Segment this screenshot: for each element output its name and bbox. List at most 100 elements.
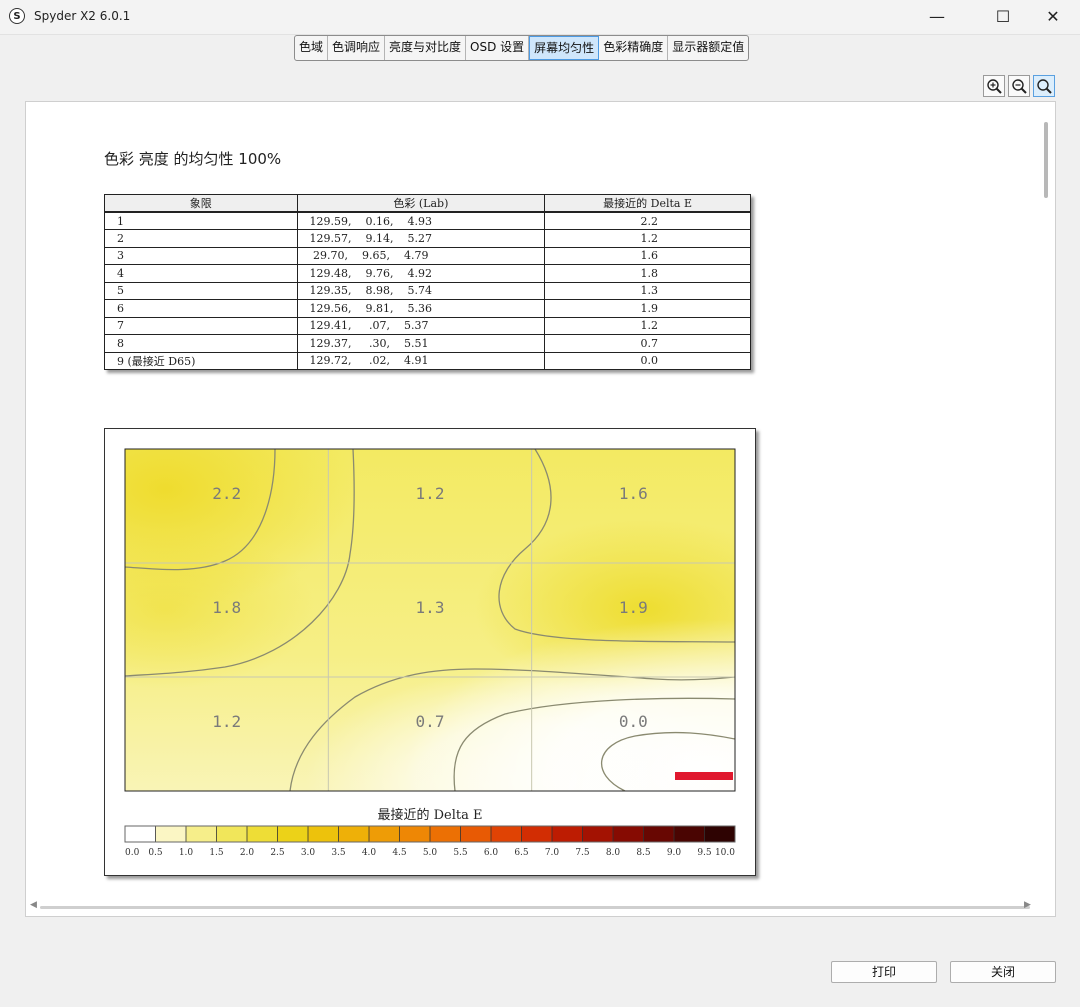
cell-lab: 129.35, 8.98, 5.74 xyxy=(296,281,546,300)
colorbar-tick-label: 3.0 xyxy=(301,848,316,858)
colorbar-tick-label: 7.5 xyxy=(575,848,590,858)
zoom-in-icon[interactable] xyxy=(983,75,1005,97)
close-button[interactable]: 关闭 xyxy=(950,961,1056,983)
colorbar-tick-label: 2.5 xyxy=(270,848,285,858)
colorbar-tick-label: 0.5 xyxy=(148,848,163,858)
cell-quadrant: 1 xyxy=(104,211,298,230)
cell-delta-e: 1.3 xyxy=(544,281,751,300)
table-row: 6 129.56, 9.81, 5.36 1.9 xyxy=(104,299,751,318)
maximize-icon[interactable]: ☐ xyxy=(980,0,1026,34)
heatmap-cell-label: 1.9 xyxy=(619,598,648,617)
colorbar-tick-label: 6.0 xyxy=(484,848,499,858)
title-bar: S Spyder X2 6.0.1 — ☐ ✕ xyxy=(0,0,1080,35)
colorbar-swatch xyxy=(460,826,492,842)
report-document: 色彩 亮度 的均匀性 100% 象限 色彩 (Lab) 最接近的 Delta E… xyxy=(25,101,1056,917)
column-header-delta-e: 最接近的 Delta E xyxy=(544,194,751,213)
cell-delta-e: 1.6 xyxy=(544,246,751,265)
colorbar-swatch xyxy=(582,826,614,842)
cell-lab: 129.72, .02, 4.91 xyxy=(296,351,546,370)
colorbar-swatch xyxy=(277,826,309,842)
table-row: 8 129.37, .30, 5.51 0.7 xyxy=(104,334,751,353)
colorbar-swatch xyxy=(521,826,553,842)
colorbar-tick-label: 5.0 xyxy=(423,848,438,858)
report-title: 色彩 亮度 的均匀性 100% xyxy=(104,150,282,168)
cell-delta-e: 1.2 xyxy=(544,316,751,335)
table-row: 3 29.70, 9.65, 4.79 1.6 xyxy=(104,246,751,265)
close-icon[interactable]: ✕ xyxy=(1030,0,1076,34)
colorbar-tick-label: 7.0 xyxy=(545,848,560,858)
colorbar-swatch xyxy=(308,826,339,842)
colorbar-swatch xyxy=(155,826,187,842)
heatmap-cell-label: 2.2 xyxy=(212,484,241,503)
zoom-out-icon[interactable] xyxy=(1008,75,1030,97)
cell-lab: 129.59, 0.16, 4.93 xyxy=(296,211,546,230)
window-title: Spyder X2 6.0.1 xyxy=(34,9,131,23)
tab-6[interactable]: 显示器额定值 xyxy=(668,36,748,60)
uniformity-heatmap: 2.2 1.2 1.6 1.8 1.3 1.9 1.2 0.7 0.0 最接近的 Delta E… xyxy=(104,428,756,876)
table-row: 4 129.48, 9.76, 4.92 1.8 xyxy=(104,264,751,283)
cell-delta-e: 0.7 xyxy=(544,334,751,353)
colorbar-swatch xyxy=(399,826,431,842)
colorbar-swatch xyxy=(613,826,644,842)
colorbar-tick-label: 9.0 xyxy=(667,848,682,858)
cell-lab: 129.37, .30, 5.51 xyxy=(296,334,546,353)
cell-quadrant: 9 (最接近 D65) xyxy=(104,351,298,370)
colorbar-swatch xyxy=(338,826,370,842)
colorbar-tick-label: 9.5 xyxy=(697,848,712,858)
column-header-lab: 色彩 (Lab) xyxy=(296,194,546,213)
tab-0[interactable]: 色域 xyxy=(295,36,329,60)
colorbar-tick-label: 4.5 xyxy=(392,848,407,858)
heatmap-cell-label: 0.0 xyxy=(619,712,648,731)
colorbar-swatch xyxy=(643,826,675,842)
cell-delta-e: 2.2 xyxy=(544,211,751,230)
colorbar-swatch xyxy=(704,826,736,842)
cell-quadrant: 2 xyxy=(104,229,298,248)
colorbar-tick-label: 8.0 xyxy=(606,848,621,858)
minimize-icon[interactable]: — xyxy=(914,0,960,34)
colorbar-swatch xyxy=(369,826,400,842)
table-row: 1 129.59, 0.16, 4.93 2.2 xyxy=(104,211,751,230)
horizontal-scrollbar[interactable]: ◀ ▶ xyxy=(26,898,1055,916)
colorbar-swatch xyxy=(491,826,522,842)
vertical-scrollbar-thumb[interactable] xyxy=(1044,122,1048,198)
tab-5[interactable]: 色彩精确度 xyxy=(599,36,669,60)
colorbar-title: 最接近的 Delta E xyxy=(377,807,482,823)
tab-1[interactable]: 色调响应 xyxy=(328,36,386,60)
colorbar-swatch xyxy=(552,826,583,842)
heatmap-cell-label: 1.3 xyxy=(416,598,445,617)
cell-lab: 129.56, 9.81, 5.36 xyxy=(296,299,546,318)
scroll-left-icon[interactable]: ◀ xyxy=(30,900,37,910)
tab-4[interactable]: 屏幕均匀性 xyxy=(529,36,600,60)
colorbar: 0.0 0.5 1.0 1.5 2.0 2.5 3.0 3.5 4.0 4.5 5.0 5.5 6.0 6… xyxy=(124,825,736,858)
heatmap-cell-label: 1.6 xyxy=(619,484,648,503)
colorbar-tick-label: 6.5 xyxy=(514,848,529,858)
cell-delta-e: 0.0 xyxy=(544,351,751,370)
cell-lab: 129.48, 9.76, 4.92 xyxy=(296,264,546,283)
colorbar-tick-label: 2.0 xyxy=(240,848,255,858)
colorbar-swatch xyxy=(430,826,461,842)
horizontal-scrollbar-thumb[interactable] xyxy=(40,906,1030,909)
cell-quadrant: 8 xyxy=(104,334,298,353)
scroll-right-icon[interactable]: ▶ xyxy=(1024,900,1031,910)
cell-quadrant: 3 xyxy=(104,246,298,265)
cell-quadrant: 5 xyxy=(104,281,298,300)
colorbar-tick-label: 8.5 xyxy=(636,848,651,858)
colorbar-tick-label: 0.0 xyxy=(125,848,140,858)
zoom-fit-icon[interactable] xyxy=(1033,75,1055,97)
table-row: 9 (最接近 D65) 129.72, .02, 4.91 0.0 xyxy=(104,351,751,370)
cell-lab: 129.41, .07, 5.37 xyxy=(296,316,546,335)
tab-3[interactable]: OSD 设置 xyxy=(466,36,530,60)
cell-lab: 129.57, 9.14, 5.27 xyxy=(296,229,546,248)
colorbar-swatch xyxy=(674,826,705,842)
tab-2[interactable]: 亮度与对比度 xyxy=(385,36,467,60)
heatmap-cell-label: 1.2 xyxy=(416,484,445,503)
cell-quadrant: 4 xyxy=(104,264,298,283)
colorbar-tick-label: 10.0 xyxy=(715,848,735,858)
heatmap-svg: 2.2 1.2 1.6 1.8 1.3 1.9 1.2 0.7 0.0 最接近的 Delta E… xyxy=(124,448,736,858)
reference-marker xyxy=(675,772,733,780)
print-button[interactable]: 打印 xyxy=(831,961,937,983)
tab-strip: 色域 色调响应 亮度与对比度 OSD 设置 屏幕均匀性 色彩精确度 显示器额定值 xyxy=(294,35,750,61)
colorbar-swatch xyxy=(186,826,217,842)
cell-quadrant: 7 xyxy=(104,316,298,335)
cell-delta-e: 1.8 xyxy=(544,264,751,283)
